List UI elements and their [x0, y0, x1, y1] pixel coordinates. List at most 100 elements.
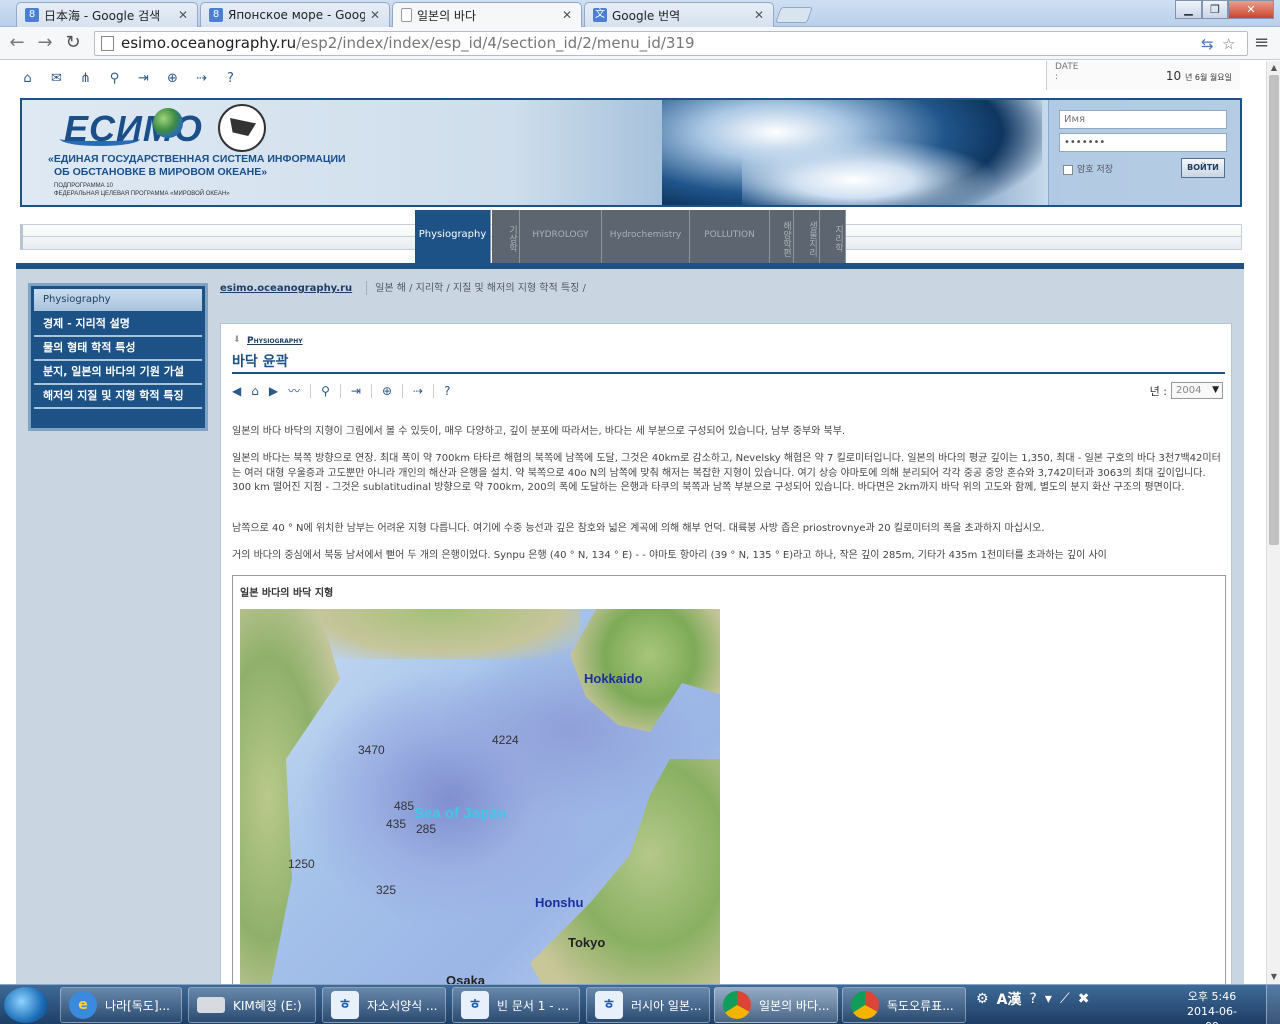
scroll-up-arrow-icon[interactable]: ▲	[1267, 61, 1280, 75]
close-tab-icon[interactable]: ✕	[561, 8, 573, 22]
remember-checkbox[interactable]: 암호 저장	[1063, 162, 1113, 175]
clock-time: 오후 5:46	[1187, 990, 1237, 1003]
tab-geography[interactable]: 지리학	[820, 210, 846, 263]
new-tab-button[interactable]	[775, 7, 813, 23]
maximize-button[interactable]: ❐	[1202, 0, 1228, 19]
translate-icon[interactable]: ⇆	[1201, 35, 1214, 53]
login-form: 암호 저장 ВОЙТИ	[1048, 100, 1240, 205]
scroll-down-arrow-icon[interactable]: ▼	[1267, 970, 1280, 984]
browser-tab-3[interactable]: 일본의 바다 ✕	[392, 2, 582, 27]
checkbox-icon[interactable]	[1063, 164, 1073, 175]
tab-meteorology[interactable]: 기상학	[492, 210, 520, 263]
breadcrumb-home-link[interactable]: esimo.oceanography.ru	[220, 283, 352, 294]
tray-arrow-icon[interactable]: ▾	[1045, 991, 1052, 1007]
back-arrow-icon[interactable]: ←	[6, 32, 28, 54]
mail-icon[interactable]: ✉	[47, 71, 66, 86]
page-icon	[401, 8, 412, 22]
scrollbar-thumb[interactable]	[1269, 75, 1279, 545]
close-tab-icon[interactable]: ✕	[753, 8, 765, 22]
taskbar-item[interactable]: ㅎ 러시아 일본...	[586, 987, 710, 1023]
tab-pollution[interactable]: POLLUTION	[690, 210, 770, 263]
close-tab-icon[interactable]: ✕	[177, 8, 189, 22]
browser-tab-2[interactable]: 8 Японское море - Google ✕	[200, 2, 390, 27]
help-icon[interactable]: ?	[444, 384, 450, 398]
tab-hydrochemistry[interactable]: Hydrochemistry	[602, 210, 690, 263]
clock-date: 2014-06-09	[1187, 1005, 1237, 1024]
map-depth-label: 325	[376, 883, 397, 897]
volume-muted-icon[interactable]: ✖	[1078, 991, 1090, 1007]
help-icon[interactable]: ?	[221, 71, 240, 86]
hwp-icon: ㅎ	[461, 991, 489, 1019]
sitemap-icon[interactable]: ⋔	[76, 71, 95, 86]
taskbar-label: 일본의 바다...	[759, 998, 830, 1013]
signal-icon[interactable]: ⟋	[1060, 991, 1070, 1007]
taskbar-item[interactable]: ㅎ 빈 문서 1 - ...	[452, 987, 580, 1023]
close-window-button[interactable]: ✕	[1228, 0, 1274, 19]
tab-oceanography[interactable]: 해양학편	[770, 210, 794, 263]
forward-arrow-icon[interactable]: →	[34, 32, 56, 54]
help-icon[interactable]: ?	[1029, 991, 1036, 1007]
taskbar-item[interactable]: 독도오류표...	[842, 987, 966, 1023]
bookmark-star-icon[interactable]: ☆	[1222, 35, 1235, 53]
windows-taskbar: e 나라[독도]... KIM혜정 (E:) ㅎ 자소서양식 ... ㅎ 빈 문서 1…	[0, 984, 1280, 1024]
section-link[interactable]: Physiography	[247, 336, 303, 346]
previous-icon[interactable]: ◀	[232, 384, 241, 398]
menu-icon[interactable]: ≡	[1254, 32, 1269, 53]
browser-tab-1[interactable]: 8 日本海 - Google 검색 ✕	[16, 2, 198, 27]
show-desktop-button[interactable]	[1266, 985, 1280, 1024]
network-icon[interactable]: ⚙	[976, 991, 989, 1007]
emblem-icon	[218, 104, 266, 152]
browser-toolbar: ← → ↻ esimo.oceanography.ru/esp2/index/i…	[0, 27, 1280, 60]
next-icon[interactable]: ▶	[269, 384, 278, 398]
tab-biogeography[interactable]: 생물지리	[794, 210, 820, 263]
home-icon[interactable]: ⌂	[251, 384, 259, 398]
hwp-icon: ㅎ	[331, 991, 359, 1019]
left-menu-item[interactable]: 분지, 일본의 바다의 기원 가설	[34, 361, 202, 385]
page-info-icon[interactable]	[101, 36, 114, 51]
tab-hydrology[interactable]: HYDROLOGY	[520, 210, 602, 263]
address-bar[interactable]: esimo.oceanography.ru/esp2/index/index/e…	[94, 31, 1248, 56]
login-icon[interactable]: ⇥	[134, 71, 153, 86]
ime-icon[interactable]: A漢	[997, 989, 1022, 1009]
taskbar-item[interactable]: KIM혜정 (E:)	[188, 987, 316, 1023]
browser-tab-strip: 8 日本海 - Google 검색 ✕ 8 Японское море - Go…	[0, 0, 1280, 27]
map-icon[interactable]: 〰	[288, 382, 300, 399]
site-banner: ЕСИМО «ЕДИНАЯ ГОСУДАРСТВЕННАЯ СИСТЕМА ИН…	[20, 98, 1242, 207]
user-icon[interactable]: ⇢	[413, 384, 423, 398]
esimo-logo[interactable]: ЕСИМО	[64, 108, 203, 150]
taskbar-item[interactable]: ㅎ 자소서양식 ...	[322, 987, 446, 1023]
globe-icon[interactable]: ⊕	[382, 384, 392, 398]
year-selector: 년 : 2004	[1150, 382, 1223, 399]
home-icon[interactable]: ⌂	[18, 71, 37, 86]
year-select[interactable]: 2004	[1171, 382, 1223, 399]
minimize-button[interactable]: ▁	[1175, 0, 1202, 19]
wave-foam	[742, 130, 1022, 205]
page-scrollbar[interactable]: ▲ ▼	[1266, 61, 1280, 984]
search-icon[interactable]: ⚲	[105, 71, 124, 86]
browser-tab-4[interactable]: 文 Google 번역 ✕	[584, 2, 774, 27]
taskbar-item[interactable]: 일본의 바다...	[714, 987, 838, 1023]
tab-physiography[interactable]: Physiography	[415, 210, 491, 263]
figure-box: 일본 바다의 바닥 지형 Hokkaido 3470 4224 485 Sea …	[232, 575, 1226, 984]
login-icon[interactable]: ⇥	[351, 384, 361, 398]
close-tab-icon[interactable]: ✕	[369, 8, 381, 22]
arrow-down-icon: ⬇	[233, 335, 241, 345]
taskbar-item[interactable]: e 나라[독도]...	[60, 987, 182, 1023]
map-depth-label: 1250	[288, 857, 315, 871]
globe-icon[interactable]: ⊕	[163, 71, 182, 86]
user-icon[interactable]: ⇢	[192, 71, 211, 86]
breadcrumb-path[interactable]: 일본 해 / 지리학 / 지질 및 해저의 지형 학적 특징 /	[375, 283, 586, 294]
url-host: esimo.oceanography.ru	[121, 34, 297, 52]
left-menu-item[interactable]: 경제 - 지리적 설명	[34, 313, 202, 337]
login-button[interactable]: ВОЙТИ	[1181, 158, 1225, 178]
page-title: 바닥 윤곽	[232, 354, 289, 370]
left-menu-item[interactable]: 물의 형태 학적 특성	[34, 337, 202, 361]
system-clock[interactable]: 오후 5:46 2014-06-09	[1182, 989, 1242, 1024]
password-input[interactable]	[1059, 133, 1227, 152]
start-button[interactable]	[4, 987, 48, 1023]
google-icon: 8	[25, 8, 39, 22]
reload-icon[interactable]: ↻	[62, 32, 84, 54]
username-input[interactable]	[1059, 110, 1227, 129]
search-icon[interactable]: ⚲	[321, 384, 330, 398]
left-menu-item[interactable]: 해저의 지질 및 지형 학적 특징	[34, 385, 202, 409]
